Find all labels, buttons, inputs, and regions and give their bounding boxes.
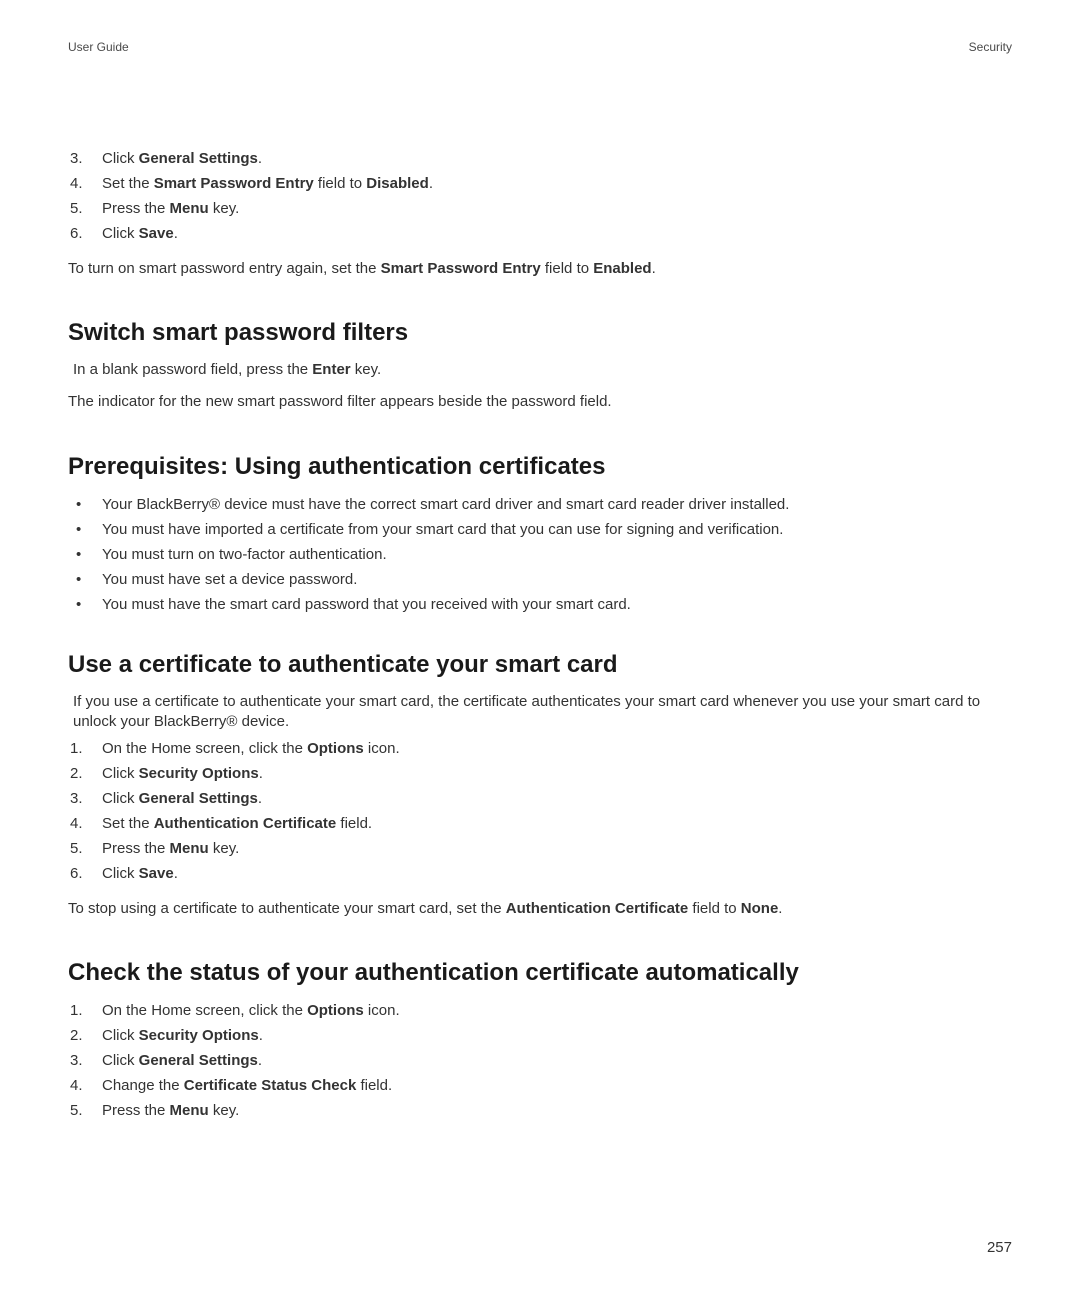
step-text: Click General Settings.	[102, 788, 1012, 809]
step-number: 1.	[68, 1000, 102, 1021]
step-text: On the Home screen, click the Options ic…	[102, 738, 1012, 759]
bullet-icon: •	[76, 594, 102, 615]
section3-note: To stop using a certificate to authentic…	[68, 898, 1012, 919]
step-number: 4.	[68, 1075, 102, 1096]
step-text: Click Security Options.	[102, 763, 1012, 784]
step-item: 4. Set the Smart Password Entry field to…	[68, 173, 1012, 194]
step-text: Press the Menu key.	[102, 1100, 1012, 1121]
step-item: 1.On the Home screen, click the Options …	[68, 738, 1012, 759]
section3-intro: If you use a certificate to authenticate…	[68, 692, 1012, 733]
step-text: Click General Settings.	[102, 148, 1012, 169]
bullet-icon: •	[76, 544, 102, 565]
step-text: Press the Menu key.	[102, 838, 1012, 859]
step-item: 3.Click General Settings.	[68, 788, 1012, 809]
step-number: 6.	[68, 223, 102, 244]
step-number: 5.	[68, 198, 102, 219]
step-text: Press the Menu key.	[102, 198, 1012, 219]
step-item: 2.Click Security Options.	[68, 1025, 1012, 1046]
step-item: 5.Press the Menu key.	[68, 838, 1012, 859]
step-number: 3.	[68, 1050, 102, 1071]
step-number: 5.	[68, 838, 102, 859]
bullet-item: •You must turn on two-factor authenticat…	[68, 544, 1012, 565]
page-container: User Guide Security 3. Click General Set…	[0, 0, 1080, 1175]
step-number: 4.	[68, 813, 102, 834]
step-item: 1.On the Home screen, click the Options …	[68, 1000, 1012, 1021]
page-number: 257	[987, 1239, 1012, 1256]
section-heading-check-status: Check the status of your authentication …	[68, 959, 1012, 987]
step-item: 5. Press the Menu key.	[68, 198, 1012, 219]
step-number: 2.	[68, 1025, 102, 1046]
section3-step-list: 1.On the Home screen, click the Options …	[68, 738, 1012, 884]
bullet-item: •Your BlackBerry® device must have the c…	[68, 494, 1012, 515]
step-number: 4.	[68, 173, 102, 194]
step-text: Set the Smart Password Entry field to Di…	[102, 173, 1012, 194]
bullet-item: •You must have imported a certificate fr…	[68, 519, 1012, 540]
step-item: 3. Click General Settings.	[68, 148, 1012, 169]
step-number: 3.	[68, 788, 102, 809]
header-right: Security	[969, 40, 1012, 54]
section-heading-use-certificate: Use a certificate to authenticate your s…	[68, 651, 1012, 679]
section-heading-switch-filters: Switch smart password filters	[68, 319, 1012, 347]
step-item: 2.Click Security Options.	[68, 763, 1012, 784]
step-item: 6. Click Save.	[68, 223, 1012, 244]
bullet-icon: •	[76, 519, 102, 540]
step-item: 4.Set the Authentication Certificate fie…	[68, 813, 1012, 834]
step-item: 3.Click General Settings.	[68, 1050, 1012, 1071]
section1-para2: The indicator for the new smart password…	[68, 392, 1012, 412]
step-text: Click Save.	[102, 863, 1012, 884]
section1-para1: In a blank password field, press the Ent…	[68, 360, 1012, 380]
section-heading-prerequisites: Prerequisites: Using authentication cert…	[68, 453, 1012, 481]
step-text: Click General Settings.	[102, 1050, 1012, 1071]
bullet-item: •You must have set a device password.	[68, 569, 1012, 590]
page-header: User Guide Security	[68, 40, 1012, 54]
step-number: 2.	[68, 763, 102, 784]
step-text: On the Home screen, click the Options ic…	[102, 1000, 1012, 1021]
section4-step-list: 1.On the Home screen, click the Options …	[68, 1000, 1012, 1121]
step-item: 5.Press the Menu key.	[68, 1100, 1012, 1121]
step-number: 5.	[68, 1100, 102, 1121]
intro-note: To turn on smart password entry again, s…	[68, 258, 1012, 279]
intro-step-list: 3. Click General Settings. 4. Set the Sm…	[68, 148, 1012, 244]
step-text: Set the Authentication Certificate field…	[102, 813, 1012, 834]
step-number: 3.	[68, 148, 102, 169]
step-item: 6.Click Save.	[68, 863, 1012, 884]
step-text: Click Save.	[102, 223, 1012, 244]
header-left: User Guide	[68, 40, 129, 54]
step-text: Change the Certificate Status Check fiel…	[102, 1075, 1012, 1096]
step-text: Click Security Options.	[102, 1025, 1012, 1046]
bullet-icon: •	[76, 494, 102, 515]
step-item: 4.Change the Certificate Status Check fi…	[68, 1075, 1012, 1096]
step-number: 6.	[68, 863, 102, 884]
prerequisites-list: •Your BlackBerry® device must have the c…	[68, 494, 1012, 615]
bullet-item: •You must have the smart card password t…	[68, 594, 1012, 615]
step-number: 1.	[68, 738, 102, 759]
bullet-icon: •	[76, 569, 102, 590]
